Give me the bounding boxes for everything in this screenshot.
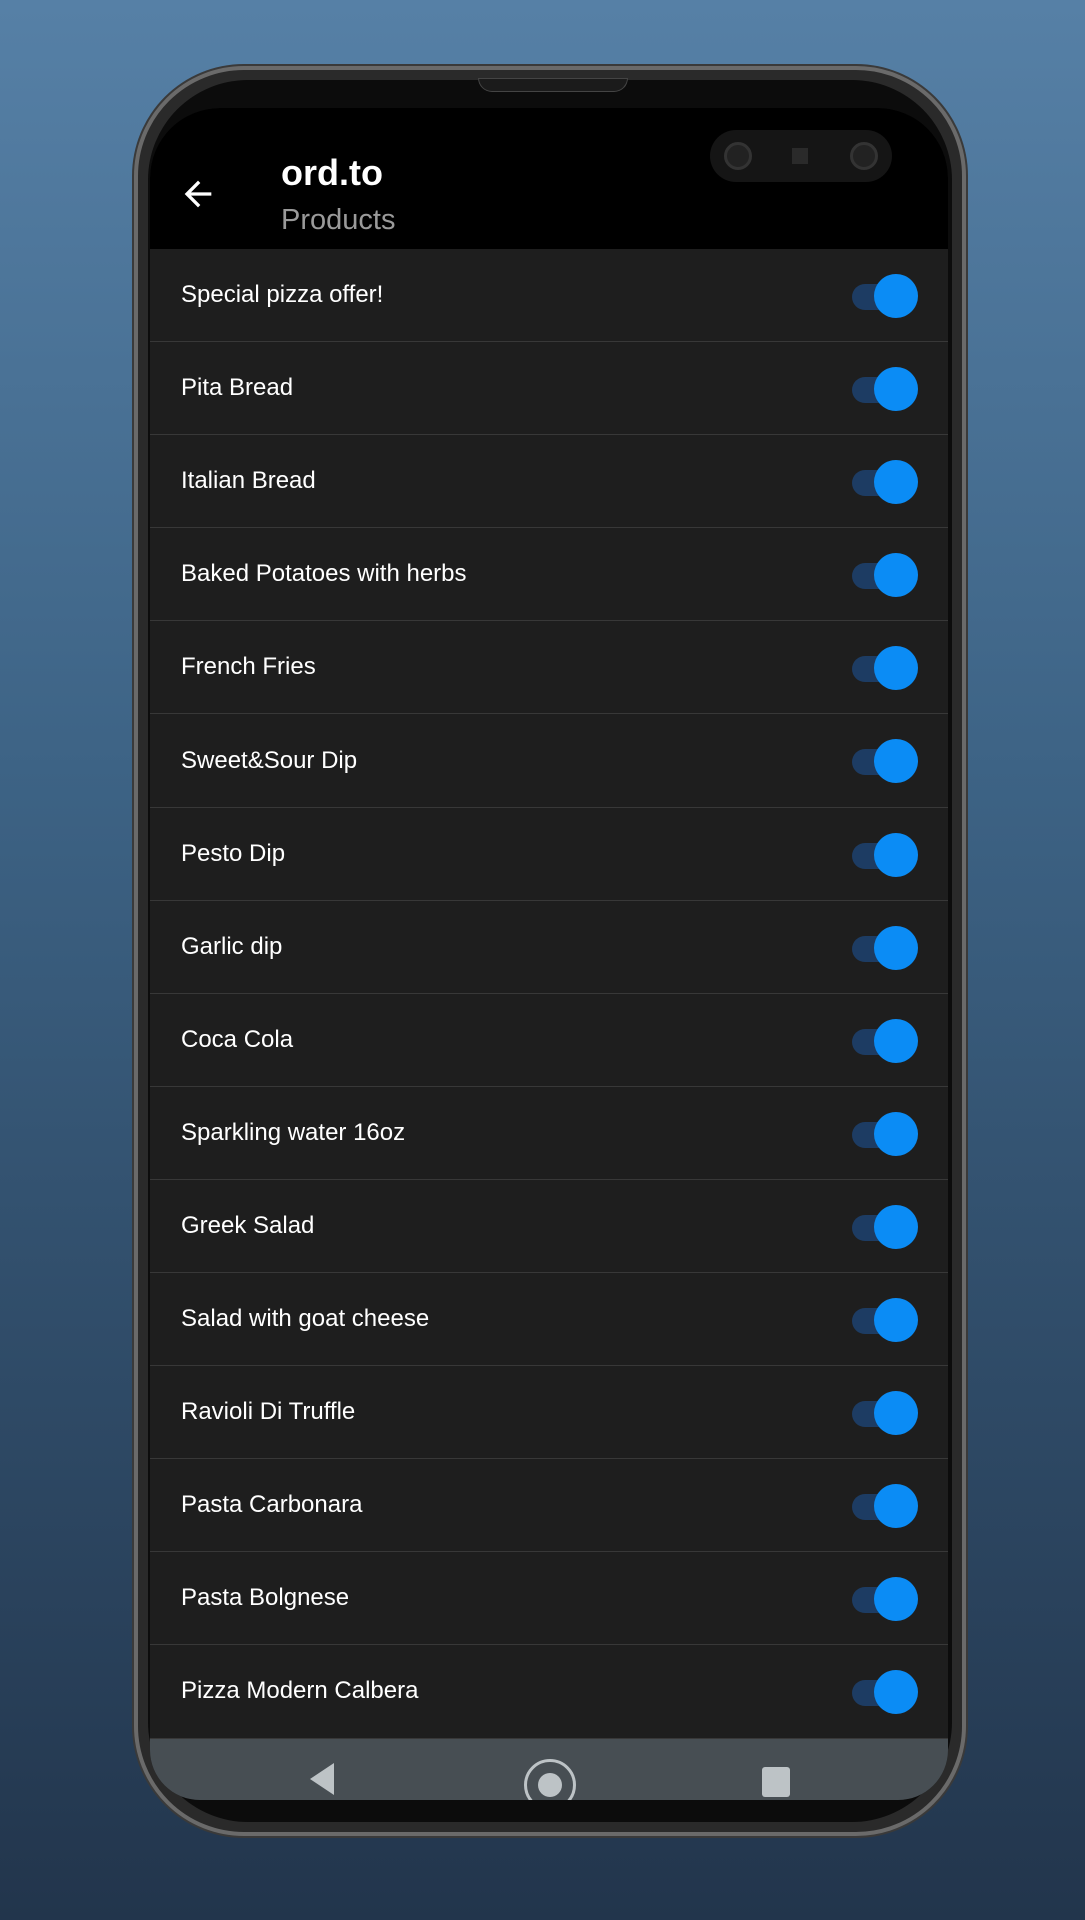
product-name: Pasta Bolgnese (181, 1584, 350, 1612)
page-title: ord.to (281, 152, 383, 193)
app-bar: ord.to Products (150, 108, 948, 249)
product-enabled-toggle[interactable] (852, 367, 918, 412)
product-row: Pizza Modern Calbera (150, 1645, 948, 1739)
product-enabled-toggle[interactable] (852, 832, 918, 877)
product-enabled-toggle[interactable] (852, 1484, 918, 1529)
toggle-thumb (874, 274, 918, 318)
product-name: French Fries (181, 653, 316, 681)
product-name: Italian Bread (181, 467, 316, 495)
nav-back-icon[interactable] (310, 1763, 334, 1795)
toggle-thumb (874, 460, 918, 505)
toggle-thumb (874, 1018, 918, 1063)
product-row: Salad with goat cheese (150, 1273, 948, 1367)
product-name: Salad with goat cheese (181, 1305, 430, 1333)
toggle-thumb (874, 1670, 918, 1715)
toggle-thumb (874, 367, 918, 412)
toggle-thumb (874, 1577, 918, 1622)
product-enabled-toggle[interactable] (852, 1298, 918, 1343)
sensor-icon (792, 148, 808, 164)
product-row: Pesto Dip (150, 808, 948, 901)
navigation-bar (150, 1739, 948, 1800)
product-row: Greek Salad (150, 1180, 948, 1274)
front-camera (710, 130, 892, 182)
product-name: Garlic dip (181, 932, 283, 960)
product-row: Special pizza offer! (150, 249, 948, 343)
toggle-thumb (874, 1111, 918, 1156)
product-enabled-toggle[interactable] (852, 1670, 918, 1715)
product-row: Pasta Bolgnese (150, 1552, 948, 1646)
product-enabled-toggle[interactable] (852, 1111, 918, 1156)
product-enabled-toggle[interactable] (852, 739, 918, 784)
nav-recents-icon[interactable] (762, 1767, 790, 1797)
product-row: Pita Bread (150, 342, 948, 436)
product-row: Sweet&Sour Dip (150, 714, 948, 808)
product-name: Sparkling water 16oz (181, 1118, 406, 1146)
product-list: Special pizza offer! Pita Bread Italian … (150, 249, 948, 1739)
camera-lens-icon (724, 142, 752, 170)
product-enabled-toggle[interactable] (852, 274, 918, 318)
product-enabled-toggle[interactable] (852, 925, 918, 970)
screen: ord.to Products Special pizza offer! Pit… (150, 108, 948, 1800)
toggle-thumb (874, 646, 918, 691)
product-name: Pizza Modern Calbera (181, 1677, 419, 1705)
product-name: Sweet&Sour Dip (181, 746, 358, 774)
back-arrow-icon[interactable] (178, 174, 218, 214)
product-name: Special pizza offer! (181, 281, 384, 309)
product-enabled-toggle[interactable] (852, 553, 918, 598)
product-name: Pita Bread (181, 374, 294, 402)
toggle-thumb (874, 1484, 918, 1529)
page-subtitle: Products (281, 204, 396, 236)
toggle-thumb (874, 1298, 918, 1343)
toggle-thumb (874, 832, 918, 877)
toggle-thumb (874, 739, 918, 784)
product-enabled-toggle[interactable] (852, 1204, 918, 1249)
product-row: French Fries (150, 621, 948, 715)
product-row: Baked Potatoes with herbs (150, 528, 948, 622)
product-enabled-toggle[interactable] (852, 1018, 918, 1063)
toggle-thumb (874, 1391, 918, 1436)
product-name: Baked Potatoes with herbs (181, 560, 467, 588)
product-name: Pesto Dip (181, 839, 286, 867)
product-enabled-toggle[interactable] (852, 460, 918, 505)
product-row: Pasta Carbonara (150, 1459, 948, 1553)
speaker-grille (478, 78, 628, 92)
product-name: Pasta Carbonara (181, 1491, 363, 1519)
product-row: Sparkling water 16oz (150, 1087, 948, 1180)
nav-home-icon[interactable] (524, 1759, 576, 1800)
toggle-thumb (874, 1204, 918, 1249)
product-name: Coca Cola (181, 1025, 294, 1053)
product-enabled-toggle[interactable] (852, 1391, 918, 1436)
camera-lens-icon (850, 142, 878, 170)
toggle-thumb (874, 553, 918, 598)
product-row: Ravioli Di Truffle (150, 1366, 948, 1460)
product-enabled-toggle[interactable] (852, 646, 918, 691)
product-row: Italian Bread (150, 435, 948, 529)
product-row: Garlic dip (150, 901, 948, 994)
product-name: Greek Salad (181, 1211, 315, 1239)
product-name: Ravioli Di Truffle (181, 1398, 356, 1426)
product-enabled-toggle[interactable] (852, 1577, 918, 1622)
toggle-thumb (874, 925, 918, 970)
product-row: Coca Cola (150, 994, 948, 1087)
